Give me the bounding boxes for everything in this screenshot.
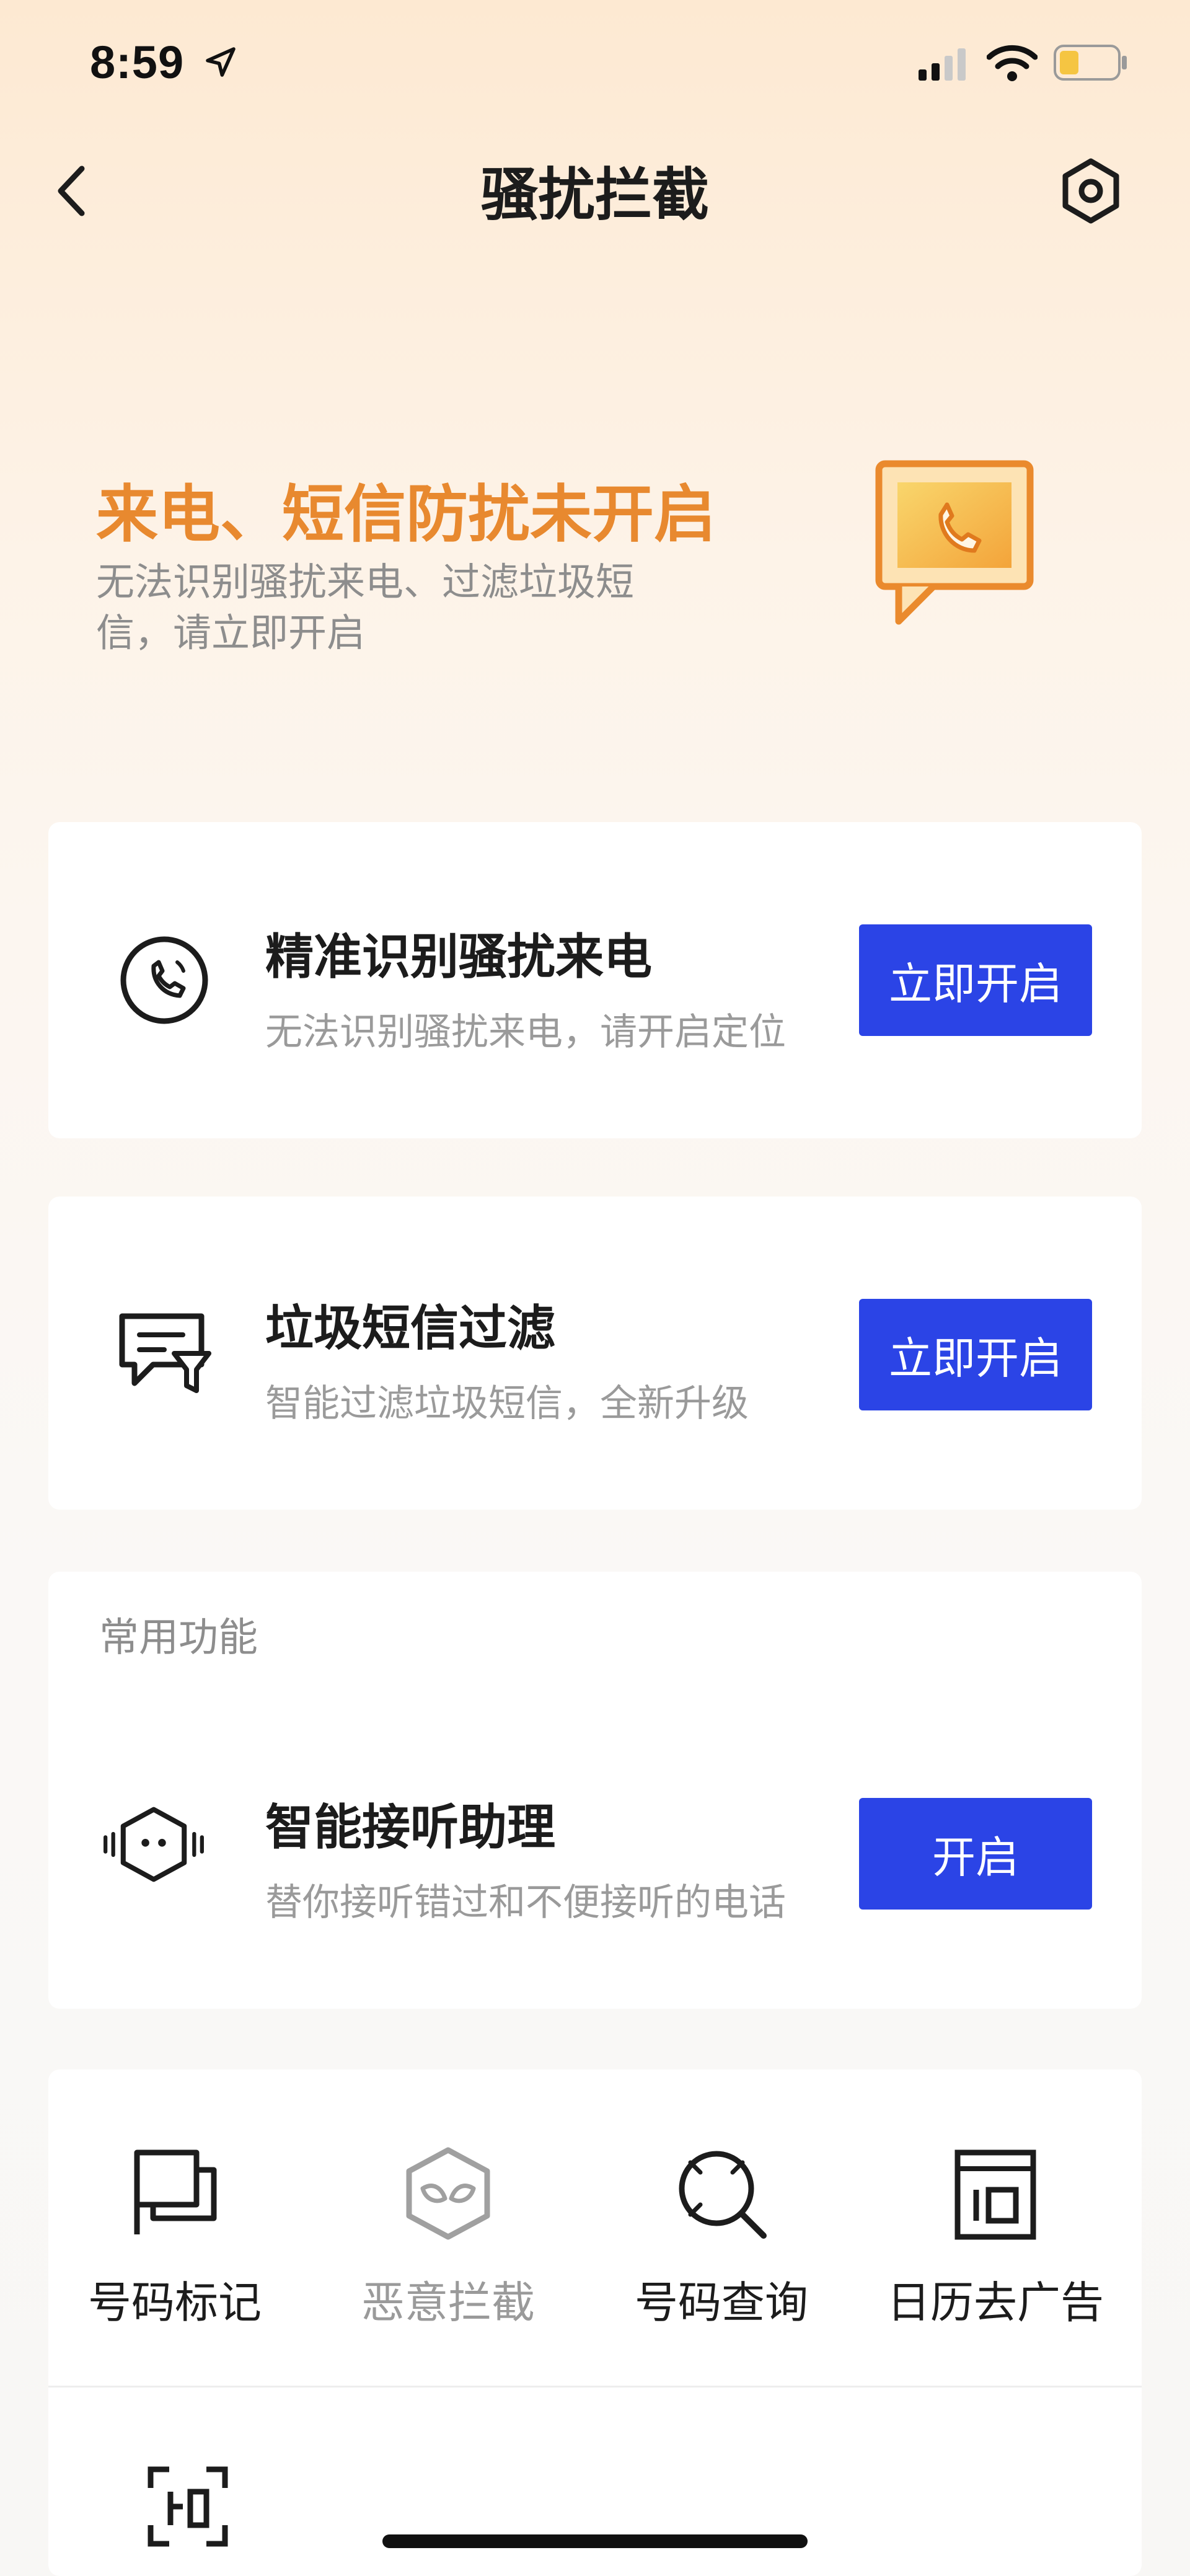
phone-circle-icon — [112, 927, 217, 1033]
calendar-icon — [940, 2138, 1051, 2249]
location-arrow-icon — [206, 47, 236, 77]
smart-answer-subtitle: 替你接听错过和不便接听的电话 — [265, 1881, 786, 1924]
mask-shield-icon — [392, 2138, 504, 2249]
harassment-call-title: 精准识别骚扰来电 — [265, 929, 653, 985]
tool-more[interactable] — [144, 2463, 231, 2550]
page-title: 骚扰拦截 — [480, 162, 709, 228]
divider — [48, 2386, 1142, 2388]
tools-card: 号码标记 恶意拦截 号码查询 日历去广告 — [48, 2069, 1142, 2576]
wifi-icon — [987, 45, 1038, 81]
harassment-call-subtitle: 无法识别骚扰来电，请开启定位 — [265, 1011, 786, 1054]
harassment-call-card: 精准识别骚扰来电 无法识别骚扰来电，请开启定位 立即开启 — [48, 822, 1142, 1138]
tool-label: 号码查询 — [635, 2277, 808, 2328]
scan-icon — [148, 2466, 228, 2547]
tool-label: 恶意拦截 — [361, 2277, 535, 2328]
tool-calendar-ad-removal[interactable]: 日历去广告 — [865, 2138, 1126, 2330]
tool-label: 日历去广告 — [887, 2277, 1104, 2328]
battery-icon — [1054, 45, 1127, 81]
protection-status-subtitle: 无法识别骚扰来电、过滤垃圾短信，请立即开启 — [96, 559, 635, 655]
smart-answer-title: 智能接听助理 — [265, 1800, 556, 1856]
tool-malicious-block[interactable]: 恶意拦截 — [318, 2138, 578, 2330]
enable-smart-answer-button[interactable]: 开启 — [859, 1798, 1092, 1910]
settings-button[interactable] — [1054, 154, 1128, 228]
common-functions-card: 常用功能 智能接听助理 替你接听错过和不便接听的电话 开启 — [48, 1572, 1142, 2009]
tool-number-mark[interactable]: 号码标记 — [45, 2138, 305, 2330]
spam-sms-subtitle: 智能过滤垃圾短信，全新升级 — [265, 1382, 749, 1425]
tool-number-lookup[interactable]: 号码查询 — [591, 2138, 852, 2330]
spam-sms-card: 垃圾短信过滤 智能过滤垃圾短信，全新升级 立即开启 — [48, 1197, 1142, 1510]
cellular-signal-icon — [919, 48, 966, 81]
home-indicator — [382, 2534, 808, 2548]
robot-icon — [101, 1792, 206, 1897]
status-time: 8:59 — [90, 37, 185, 88]
gear-icon — [1062, 158, 1119, 224]
phone-chat-icon — [875, 460, 1034, 625]
enable-call-detection-button[interactable]: 立即开启 — [859, 924, 1092, 1036]
protection-status-title: 来电、短信防扰未开启 — [96, 478, 716, 551]
tool-label: 号码标记 — [88, 2277, 262, 2328]
enable-sms-filter-button[interactable]: 立即开启 — [859, 1299, 1092, 1410]
message-filter-icon — [112, 1299, 217, 1404]
flag-icon — [119, 2138, 231, 2249]
spam-sms-title: 垃圾短信过滤 — [265, 1301, 556, 1357]
section-header: 常用功能 — [99, 1615, 258, 1661]
search-number-icon — [666, 2138, 777, 2249]
